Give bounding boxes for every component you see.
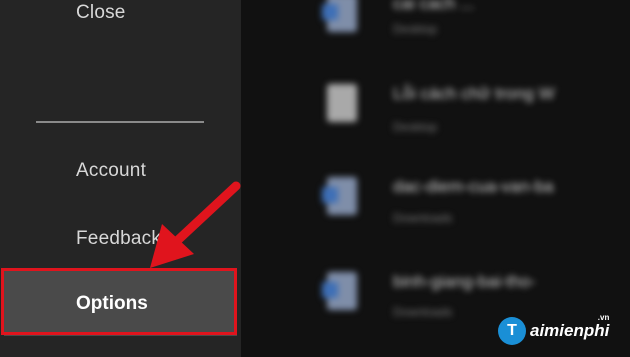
recent-doc-location: Downloads <box>393 305 453 319</box>
recent-doc-row[interactable]: cai cach ... Desktop <box>241 0 630 54</box>
watermark-text: aimienphi .vn <box>530 313 610 341</box>
close-menu-item[interactable]: Close <box>76 2 126 24</box>
recent-doc-location: Desktop <box>393 120 438 134</box>
word-doc-icon <box>322 0 357 32</box>
recent-doc-row[interactable]: dac-diem-cua-van-ba Downloads <box>241 177 630 237</box>
account-menu-item[interactable]: Account <box>76 160 146 182</box>
doc-icon <box>327 84 357 122</box>
word-doc-icon <box>322 272 357 310</box>
recent-doc-title: cai cach ... <box>393 0 475 13</box>
recent-doc-location: Desktop <box>393 22 438 36</box>
backstage-sidebar: Close Account Feedback Options <box>0 0 241 357</box>
watermark-brand: aimienphi <box>530 321 610 340</box>
recent-doc-row[interactable]: Lỗi cách chữ trong W Desktop <box>241 84 630 144</box>
recent-doc-title: Lỗi cách chữ trong W <box>393 84 555 103</box>
recent-doc-title: binh-giang-bai-tho- <box>393 272 536 291</box>
taimienphi-logo-icon: T <box>498 317 526 345</box>
options-label: Options <box>76 293 148 314</box>
recent-documents-panel: cai cach ... Desktop Lỗi cách chữ trong … <box>241 0 630 357</box>
word-doc-icon <box>322 177 357 215</box>
recent-doc-location: Downloads <box>393 211 453 225</box>
red-arrow-icon <box>150 181 241 268</box>
menu-divider <box>36 121 204 123</box>
recent-doc-title: dac-diem-cua-van-ba <box>393 177 554 196</box>
watermark-suffix: .vn <box>597 313 610 322</box>
watermark: T aimienphi .vn <box>498 313 610 347</box>
